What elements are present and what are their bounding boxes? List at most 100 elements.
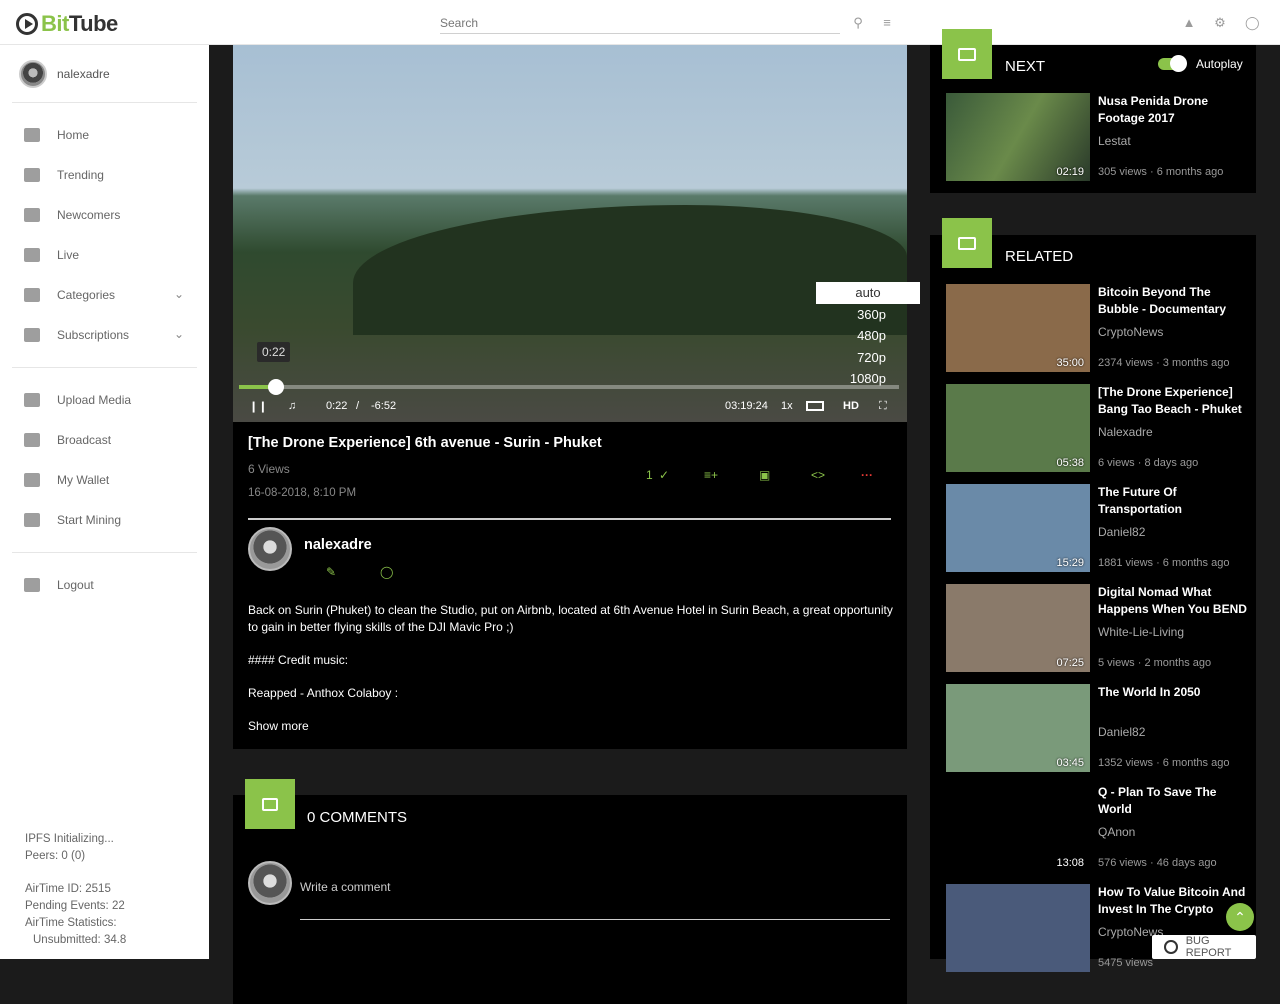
quality-option-auto[interactable]: auto: [816, 282, 920, 304]
video-card-author[interactable]: Lestat: [1098, 134, 1131, 148]
hd-button[interactable]: HD: [843, 400, 859, 412]
search-input[interactable]: Search: [440, 14, 840, 34]
show-more-link[interactable]: Show more: [248, 718, 893, 735]
video-card-meta: 5 views · 2 months ago: [1098, 657, 1212, 669]
fullscreen-icon[interactable]: ⛶: [879, 400, 887, 413]
add-to-playlist-icon[interactable]: ≡+: [704, 468, 718, 482]
next-video-card[interactable]: 02:19 Nusa Penida Drone Footage 2017 Les…: [946, 93, 1246, 183]
cloud-upload-icon: [24, 393, 40, 407]
comments-title: 0 COMMENTS: [307, 809, 408, 826]
airtime-status: AirTime ID: 2515 Pending Events: 22 AirT…: [25, 881, 126, 949]
autoplay-toggle[interactable]: [1158, 55, 1187, 72]
globe-icon[interactable]: ◯: [1245, 16, 1260, 30]
video-card-title[interactable]: Q - Plan To Save The World: [1098, 784, 1248, 818]
sidebar-item-trending[interactable]: Trending: [24, 168, 104, 182]
related-video-card[interactable]: 15:29 The Future Of Transportation Daniel8…: [946, 484, 1246, 574]
video-thumbnail[interactable]: 02:19: [946, 93, 1090, 181]
new-icon: [24, 208, 40, 222]
video-card-title[interactable]: Digital Nomad What Happens When You BEND: [1098, 584, 1248, 618]
theater-mode-icon[interactable]: [806, 401, 824, 411]
quality-option-720p[interactable]: 720p: [816, 347, 920, 369]
avatar: [19, 60, 47, 88]
video-card-title[interactable]: [The Drone Experience] Bang Tao Beach - …: [1098, 384, 1248, 418]
sidebar-item-subscriptions[interactable]: Subscriptions ⌄: [24, 327, 184, 342]
video-card-meta: 1881 views · 6 months ago: [1098, 557, 1230, 569]
chip-icon: [24, 513, 40, 527]
related-video-card[interactable]: 07:25 Digital Nomad What Happens When You…: [946, 584, 1248, 674]
video-player[interactable]: auto 360p 480p 720p 1080p 0:22 ❙❙ ♫ 0:22…: [233, 45, 920, 422]
video-card-title[interactable]: The Future Of Transportation: [1098, 484, 1248, 518]
video-card-meta: 6 views · 8 days ago: [1098, 457, 1199, 469]
sidebar-item-newcomers[interactable]: Newcomers: [24, 208, 120, 222]
related-video-card[interactable]: 05:38 [The Drone Experience] Bang Tao Bea…: [946, 384, 1246, 474]
time-tooltip: 0:22: [257, 342, 291, 362]
video-views: 6 Views: [248, 462, 290, 476]
video-card-title[interactable]: Bitcoin Beyond The Bubble - Documentary: [1098, 284, 1248, 318]
video-thumbnail[interactable]: 05:38: [946, 384, 1090, 472]
bug-report-button[interactable]: BUG REPORT: [1152, 935, 1256, 959]
video-card-meta: 305 views · 6 months ago: [1098, 166, 1224, 178]
video-card-meta: 1352 views · 6 months ago: [1098, 757, 1230, 769]
edit-icon[interactable]: ✎: [326, 565, 336, 579]
airtime-line: AirTime ID: 2515: [25, 883, 111, 895]
logout-icon: [24, 578, 40, 592]
quality-option-360p[interactable]: 360p: [816, 304, 920, 326]
sidebar-item-live[interactable]: Live: [24, 248, 79, 262]
divider: [12, 102, 197, 103]
video-card-author[interactable]: Daniel82: [1098, 725, 1145, 739]
list-icon: [24, 288, 40, 302]
video-thumbnail[interactable]: 15:29: [946, 484, 1090, 572]
chevron-down-icon[interactable]: ⌄: [174, 327, 184, 341]
bell-icon[interactable]: ▲: [1182, 16, 1196, 30]
sidebar-item-label: Broadcast: [57, 433, 112, 447]
screenshot-icon[interactable]: ▣: [759, 468, 770, 482]
progress-bar[interactable]: [239, 379, 899, 395]
related-video-card[interactable]: 03:45 The World In 2050 Daniel82 1352 views…: [946, 684, 1246, 774]
related-panel: RELATED 35:00 Bitcoin Beyond The Bubble -…: [930, 218, 1256, 972]
pause-icon[interactable]: ❙❙: [249, 400, 267, 413]
quality-option-480p[interactable]: 480p: [816, 325, 920, 347]
volume-icon[interactable]: ♫: [288, 400, 296, 412]
sidebar-item-categories[interactable]: Categories ⌄: [24, 287, 184, 302]
video-card-author[interactable]: White-Lie-Living: [1098, 625, 1184, 639]
sidebar-item-my-wallet[interactable]: My Wallet: [24, 473, 109, 487]
video-card-title[interactable]: Nusa Penida Drone Footage 2017: [1098, 93, 1248, 127]
filter-icon[interactable]: ≡: [880, 16, 894, 30]
sidebar-item-logout[interactable]: Logout: [24, 578, 94, 592]
video-card-author[interactable]: Nalexadre: [1098, 425, 1153, 439]
video-thumbnail[interactable]: 07:25: [946, 584, 1090, 672]
video-card-author[interactable]: CryptoNews: [1098, 325, 1163, 339]
bug-icon: [1164, 940, 1178, 954]
video-thumbnail[interactable]: 13:08: [946, 784, 1090, 872]
sidebar-item-home[interactable]: Home: [24, 128, 89, 142]
playback-speed[interactable]: 1x: [781, 400, 793, 412]
gear-icon[interactable]: ⚙: [1213, 16, 1227, 30]
comment-input[interactable]: Write a comment: [300, 880, 890, 920]
video-card-author[interactable]: Daniel82: [1098, 525, 1145, 539]
video-thumbnail[interactable]: 03:45: [946, 684, 1090, 772]
more-options-icon[interactable]: ···: [861, 468, 873, 482]
bittube-logo[interactable]: Bit Tube: [16, 11, 118, 37]
progress-handle[interactable]: [268, 379, 284, 395]
next-icon: [942, 29, 992, 79]
bookmark-icon[interactable]: ◯: [380, 565, 393, 579]
video-card-author[interactable]: QAnon: [1098, 825, 1135, 839]
uploader-avatar[interactable]: [248, 527, 292, 571]
sidebar-item-start-mining[interactable]: Start Mining: [24, 513, 121, 527]
video-card-meta: 576 views · 46 days ago: [1098, 857, 1217, 869]
autoplay-label: Autoplay: [1196, 57, 1243, 71]
uploader-name[interactable]: nalexadre: [304, 537, 372, 553]
chevron-down-icon[interactable]: ⌄: [174, 287, 184, 301]
search-icon[interactable]: ⚲: [851, 16, 865, 30]
sidebar-item-broadcast[interactable]: Broadcast: [24, 433, 111, 447]
related-video-card[interactable]: How To Value Bitcoin And Invest In The C…: [946, 884, 1246, 974]
related-video-card[interactable]: 13:08 Q - Plan To Save The World QAnon 576 …: [946, 784, 1246, 874]
thumbs-up-icon[interactable]: ✓: [659, 468, 669, 482]
embed-icon[interactable]: <>: [811, 468, 825, 482]
sidebar-item-upload-media[interactable]: Upload Media: [24, 393, 131, 407]
related-video-card[interactable]: 35:00 Bitcoin Beyond The Bubble - Documen…: [946, 284, 1246, 374]
video-thumbnail[interactable]: 35:00: [946, 284, 1090, 372]
sidebar-user[interactable]: nalexadre: [19, 60, 110, 88]
scroll-up-button[interactable]: ⌃: [1226, 903, 1254, 931]
video-card-title[interactable]: The World In 2050: [1098, 684, 1248, 701]
